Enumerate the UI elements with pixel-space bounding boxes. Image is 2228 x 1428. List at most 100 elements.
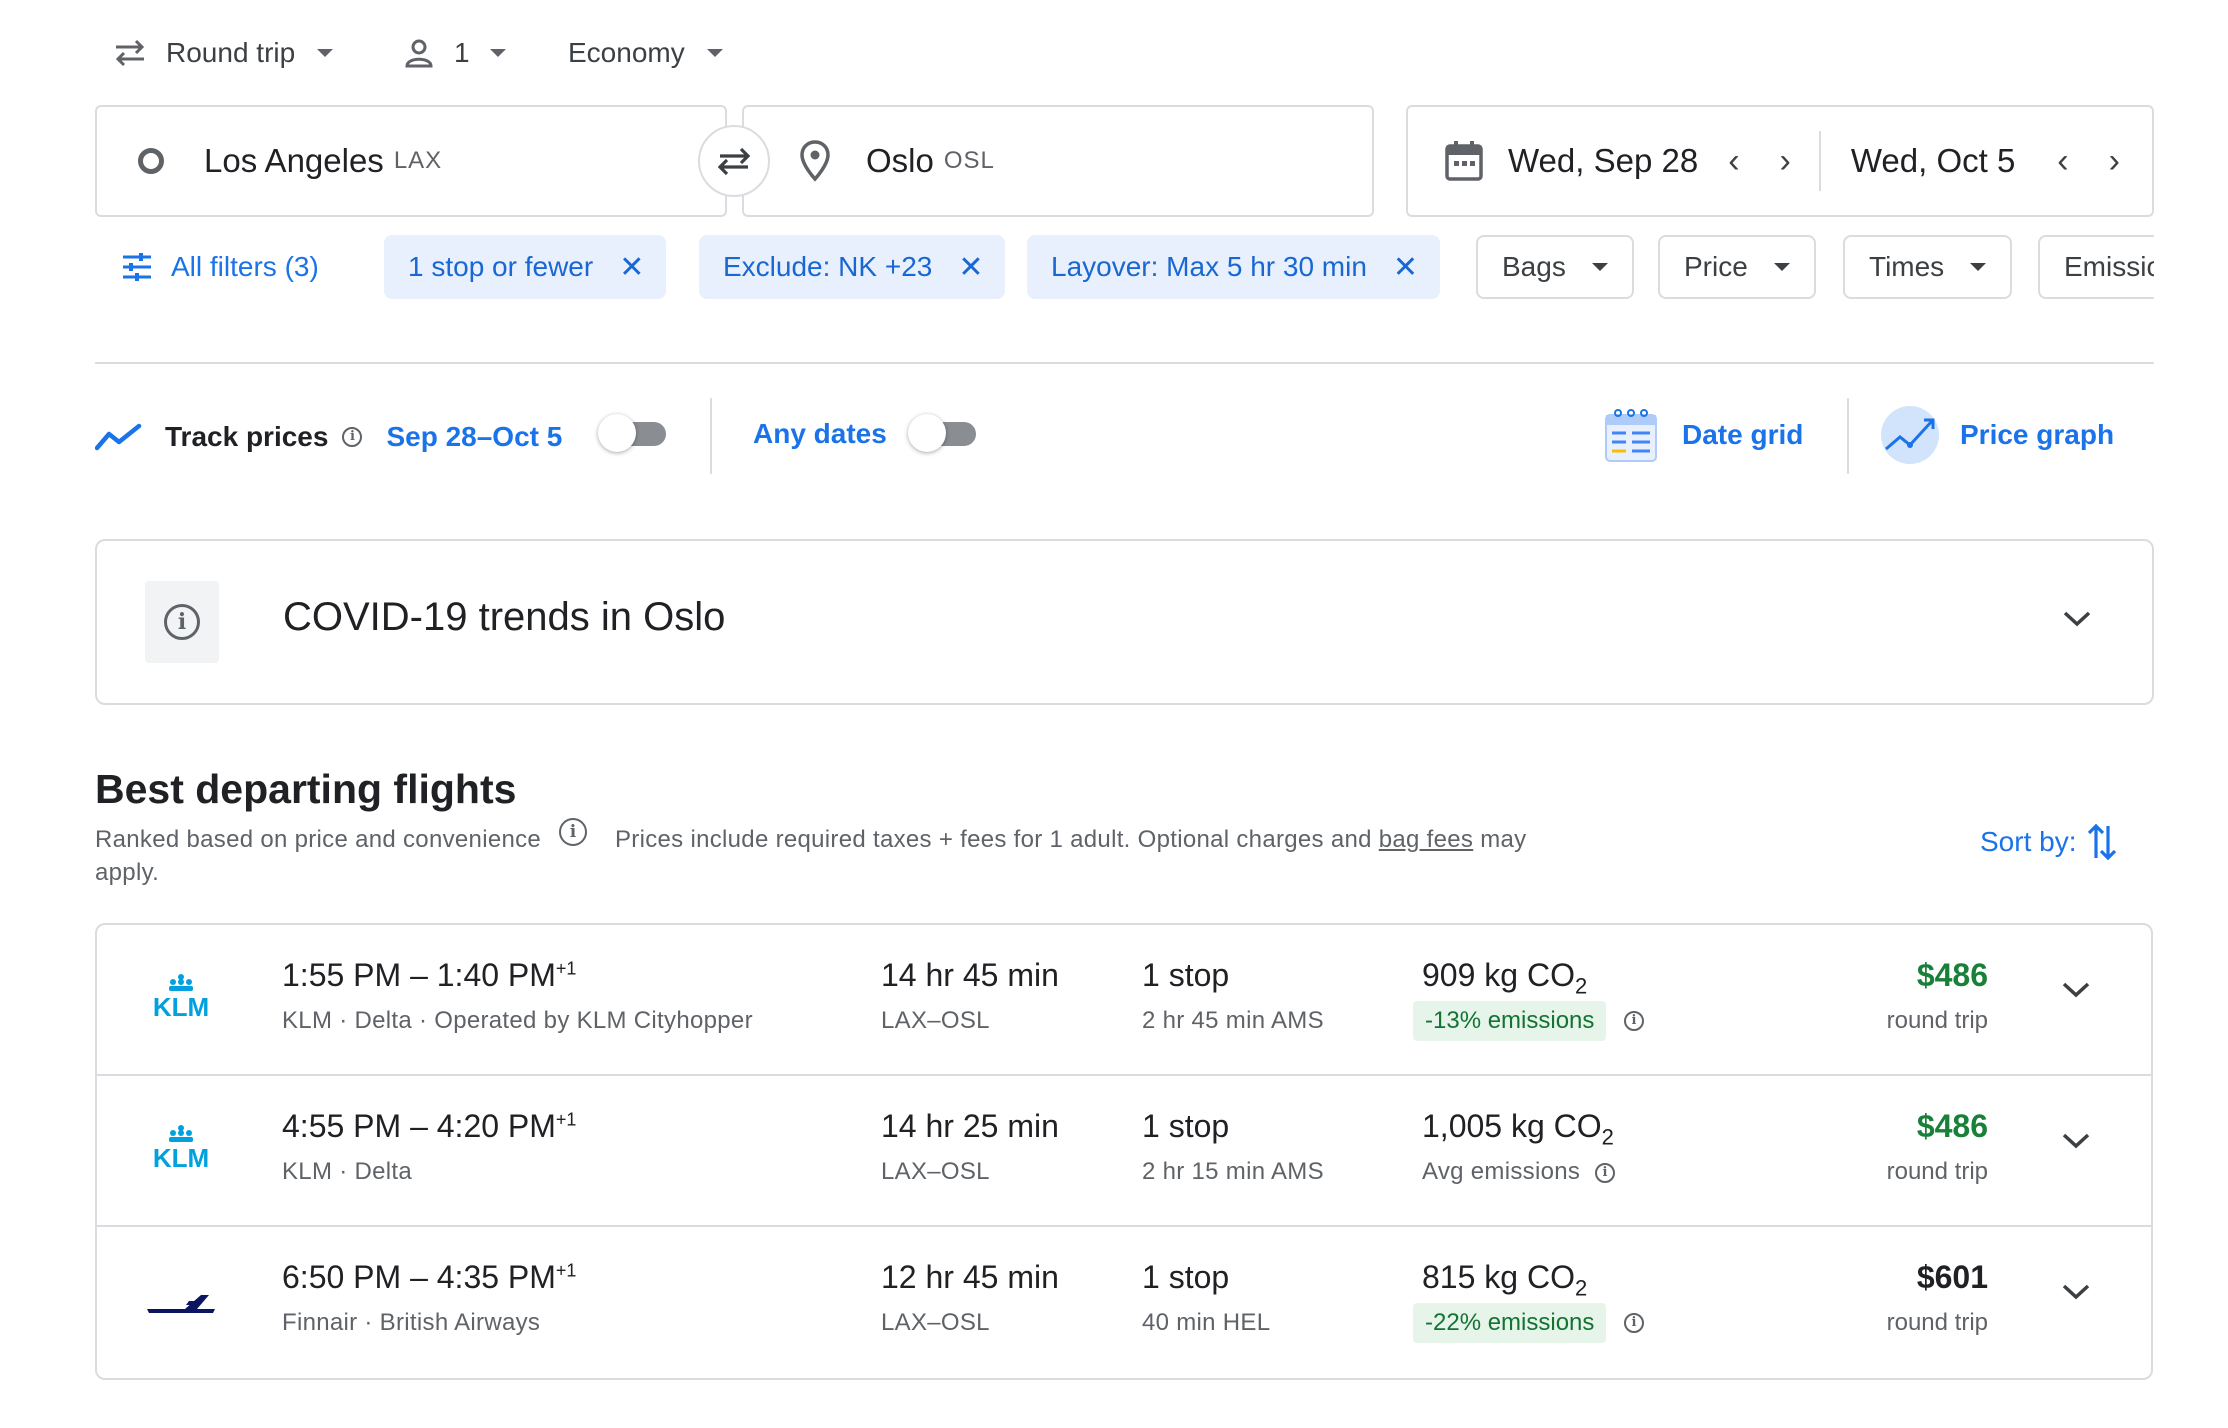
duration: 12 hr 45 min [881, 1259, 1059, 1295]
layover: 40 min HEL [1142, 1309, 1271, 1336]
depart-next-button[interactable]: › [1780, 142, 1791, 181]
date-grid-label: Date grid [1682, 419, 1804, 450]
svg-text:KLM: KLM [153, 992, 209, 1019]
info-icon: i [164, 604, 200, 640]
depart-date[interactable]: Wed, Sep 28 [1508, 142, 1698, 180]
date-grid-icon [1605, 409, 1657, 462]
destination-field[interactable]: Oslo OSL [742, 105, 1374, 217]
info-icon[interactable]: i [1624, 1011, 1644, 1031]
emissions-badge: -13% emissions [1413, 1001, 1607, 1041]
cabin-select[interactable]: Economy [568, 28, 723, 78]
stops: 1 stop [1142, 1108, 1230, 1144]
passenger-count: 1 [454, 37, 470, 68]
vertical-divider [1847, 398, 1849, 474]
co2-text: 909 kg CO [1422, 957, 1575, 993]
sort-by-label: Sort by: [1980, 826, 2077, 857]
price-type: round trip [1886, 1158, 1988, 1185]
origin-field[interactable]: Los Angeles LAX [95, 105, 727, 217]
chip-bags[interactable]: Bags [1476, 235, 1634, 299]
track-dates: Sep 28–Oct 5 [386, 421, 563, 452]
trip-type-select[interactable]: Round trip [112, 28, 334, 78]
covid-card[interactable]: i COVID-19 trends in Oslo [95, 539, 2154, 705]
price-graph-label: Price graph [1960, 419, 2115, 450]
airlines: KLM · Delta · Operated by KLM Cityhopper [282, 1007, 753, 1034]
price-type: round trip [1886, 1007, 1988, 1034]
finnair-logo [145, 1287, 217, 1322]
destination-code: OSL [943, 147, 995, 174]
chip-times[interactable]: Times [1843, 235, 2013, 299]
chip-stops-label: 1 stop or fewer [408, 251, 594, 282]
trip-type-label: Round trip [166, 37, 296, 68]
route: LAX–OSL [881, 1309, 990, 1336]
chip-price-label: Price [1684, 251, 1748, 282]
date-grid-button[interactable]: Date grid [1604, 405, 1803, 465]
price: $601 [1916, 1259, 1988, 1295]
return-next-button[interactable]: › [2109, 142, 2120, 181]
track-prices-label: Track prices [165, 421, 329, 452]
klm-logo: KLM [143, 1124, 219, 1175]
co2-sub: 2 [1574, 1275, 1588, 1301]
covid-title: COVID-19 trends in Oslo [283, 595, 726, 639]
flight-row[interactable]: KLM 4:55 PM – 4:20 PM+1 KLM · Delta 14 h… [97, 1076, 2151, 1227]
return-prev-button[interactable]: ‹ [2057, 142, 2068, 181]
caret-down-icon [489, 49, 506, 57]
all-filters-button[interactable]: All filters (3) [121, 235, 319, 299]
person-icon [405, 39, 433, 68]
destination-city: Oslo [866, 142, 934, 179]
flight-list: KLM 1:55 PM – 1:40 PM+1 KLM · Delta · Op… [95, 923, 2153, 1380]
depart-prev-button[interactable]: ‹ [1728, 142, 1739, 181]
info-icon-box: i [145, 581, 219, 663]
close-icon[interactable]: ✕ [958, 250, 983, 285]
sort-by-button[interactable]: Sort by: [1980, 822, 2118, 862]
date-field[interactable]: Wed, Sep 28 ‹ › Wed, Oct 5 ‹ › [1406, 105, 2154, 217]
chevron-down-icon[interactable] [2062, 609, 2092, 629]
price-graph-button[interactable]: Price graph [1880, 405, 2114, 465]
info-icon[interactable]: i [342, 427, 363, 447]
swap-arrows-icon [115, 39, 145, 67]
chip-layover[interactable]: Layover: Max 5 hr 30 min ✕ [1027, 235, 1441, 299]
prices-note: Prices include required taxes + fees for… [615, 826, 1526, 854]
any-dates-toggle[interactable] [908, 412, 980, 452]
flight-times: 4:55 PM – 4:20 PM+1 [282, 1108, 576, 1145]
airlines: KLM · Delta [282, 1158, 413, 1185]
track-prices-group: Track prices i Sep 28–Oct 5 [95, 412, 562, 462]
prices-note-text: Prices include required taxes + fees for… [615, 826, 1372, 853]
date-divider [1818, 131, 1821, 191]
day-offset: +1 [555, 1260, 577, 1281]
return-date[interactable]: Wed, Oct 5 [1851, 142, 2015, 180]
calendar-icon [1445, 141, 1483, 181]
route: LAX–OSL [881, 1158, 990, 1185]
bag-fees-link[interactable]: bag fees [1379, 826, 1473, 853]
swap-icon [717, 147, 751, 176]
emissions-badge: -22% emissions [1413, 1303, 1607, 1343]
co2-text: 1,005 kg CO [1422, 1108, 1602, 1144]
passenger-select[interactable]: 1 [404, 28, 506, 78]
close-icon[interactable]: ✕ [1393, 250, 1418, 285]
info-icon[interactable]: i [559, 818, 587, 846]
flight-row[interactable]: KLM 1:55 PM – 1:40 PM+1 KLM · Delta · Op… [97, 925, 2151, 1076]
any-dates-label: Any dates [753, 418, 887, 450]
price: $486 [1916, 1108, 1988, 1144]
info-icon[interactable]: i [1595, 1162, 1616, 1183]
chip-price[interactable]: Price [1658, 235, 1816, 299]
chevron-down-icon[interactable] [2061, 1282, 2091, 1302]
close-icon[interactable]: ✕ [619, 250, 644, 285]
swap-button[interactable] [698, 125, 770, 197]
track-prices-toggle[interactable] [598, 412, 670, 452]
origin-code: LAX [393, 147, 443, 174]
chip-times-label: Times [1869, 251, 1945, 282]
prices-note-apply: apply. [95, 859, 160, 886]
duration: 14 hr 45 min [881, 957, 1059, 993]
chevron-down-icon[interactable] [2061, 1131, 2091, 1151]
chip-emissions[interactable]: Emissic [2038, 235, 2154, 299]
chip-stops[interactable]: 1 stop or fewer ✕ [384, 235, 667, 299]
klm-logo: KLM [143, 973, 219, 1024]
origin-city: Los Angeles [204, 142, 384, 179]
times-text: 4:55 PM – 4:20 PM [282, 1108, 556, 1144]
info-icon[interactable]: i [1624, 1313, 1644, 1333]
flight-row[interactable]: 6:50 PM – 4:35 PM+1 Finnair · British Ai… [97, 1227, 2151, 1378]
chip-exclude-airlines[interactable]: Exclude: NK +23 ✕ [699, 235, 1006, 299]
sort-arrows-icon [2088, 823, 2117, 861]
chevron-down-icon[interactable] [2061, 980, 2091, 1000]
filter-sliders-icon [123, 253, 151, 281]
